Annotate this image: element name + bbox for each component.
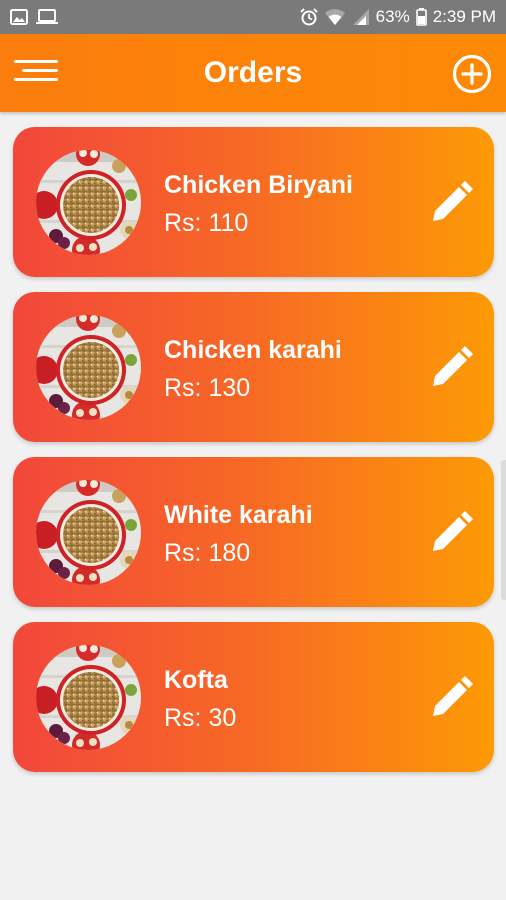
order-card[interactable]: White karahi Rs: 180	[13, 457, 494, 607]
edit-pencil-icon[interactable]	[427, 179, 475, 227]
status-time: 2:39 PM	[432, 7, 496, 26]
laptop-notification-icon	[36, 9, 58, 24]
add-circle-icon[interactable]	[452, 54, 492, 94]
edit-pencil-icon[interactable]	[427, 344, 475, 392]
order-name: Chicken Biryani	[164, 171, 353, 199]
wifi-icon	[324, 9, 345, 25]
edit-pencil-icon[interactable]	[427, 509, 475, 557]
order-thumbnail	[36, 315, 141, 420]
order-price: Rs: 30	[164, 704, 237, 732]
image-notification-icon	[10, 9, 28, 25]
order-price: Rs: 110	[164, 209, 249, 237]
order-price: Rs: 180	[164, 539, 251, 567]
order-thumbnail	[36, 150, 141, 255]
order-card[interactable]: Chicken Biryani Rs: 110	[13, 127, 494, 277]
edit-pencil-icon[interactable]	[427, 674, 475, 722]
order-price: Rs: 130	[164, 374, 251, 402]
scroll-indicator	[501, 460, 506, 600]
alarm-clock-icon	[299, 8, 318, 26]
order-thumbnail	[36, 645, 141, 750]
cell-signal-icon	[352, 9, 369, 25]
order-card[interactable]: Chicken karahi Rs: 130	[13, 292, 494, 442]
battery-icon	[415, 8, 427, 26]
order-name: Chicken karahi	[164, 336, 342, 364]
order-name: Kofta	[164, 666, 228, 694]
orders-list: Chicken Biryani Rs: 110 Chicken karahi R…	[13, 127, 494, 787]
status-bar: 63% 2:39 PM	[0, 0, 506, 34]
order-card[interactable]: Kofta Rs: 30	[13, 622, 494, 772]
order-name: White karahi	[164, 501, 313, 529]
app-bar: Orders	[0, 34, 506, 112]
order-thumbnail	[36, 480, 141, 585]
page-title: Orders	[203, 56, 303, 89]
battery-percentage: 63%	[375, 7, 410, 26]
